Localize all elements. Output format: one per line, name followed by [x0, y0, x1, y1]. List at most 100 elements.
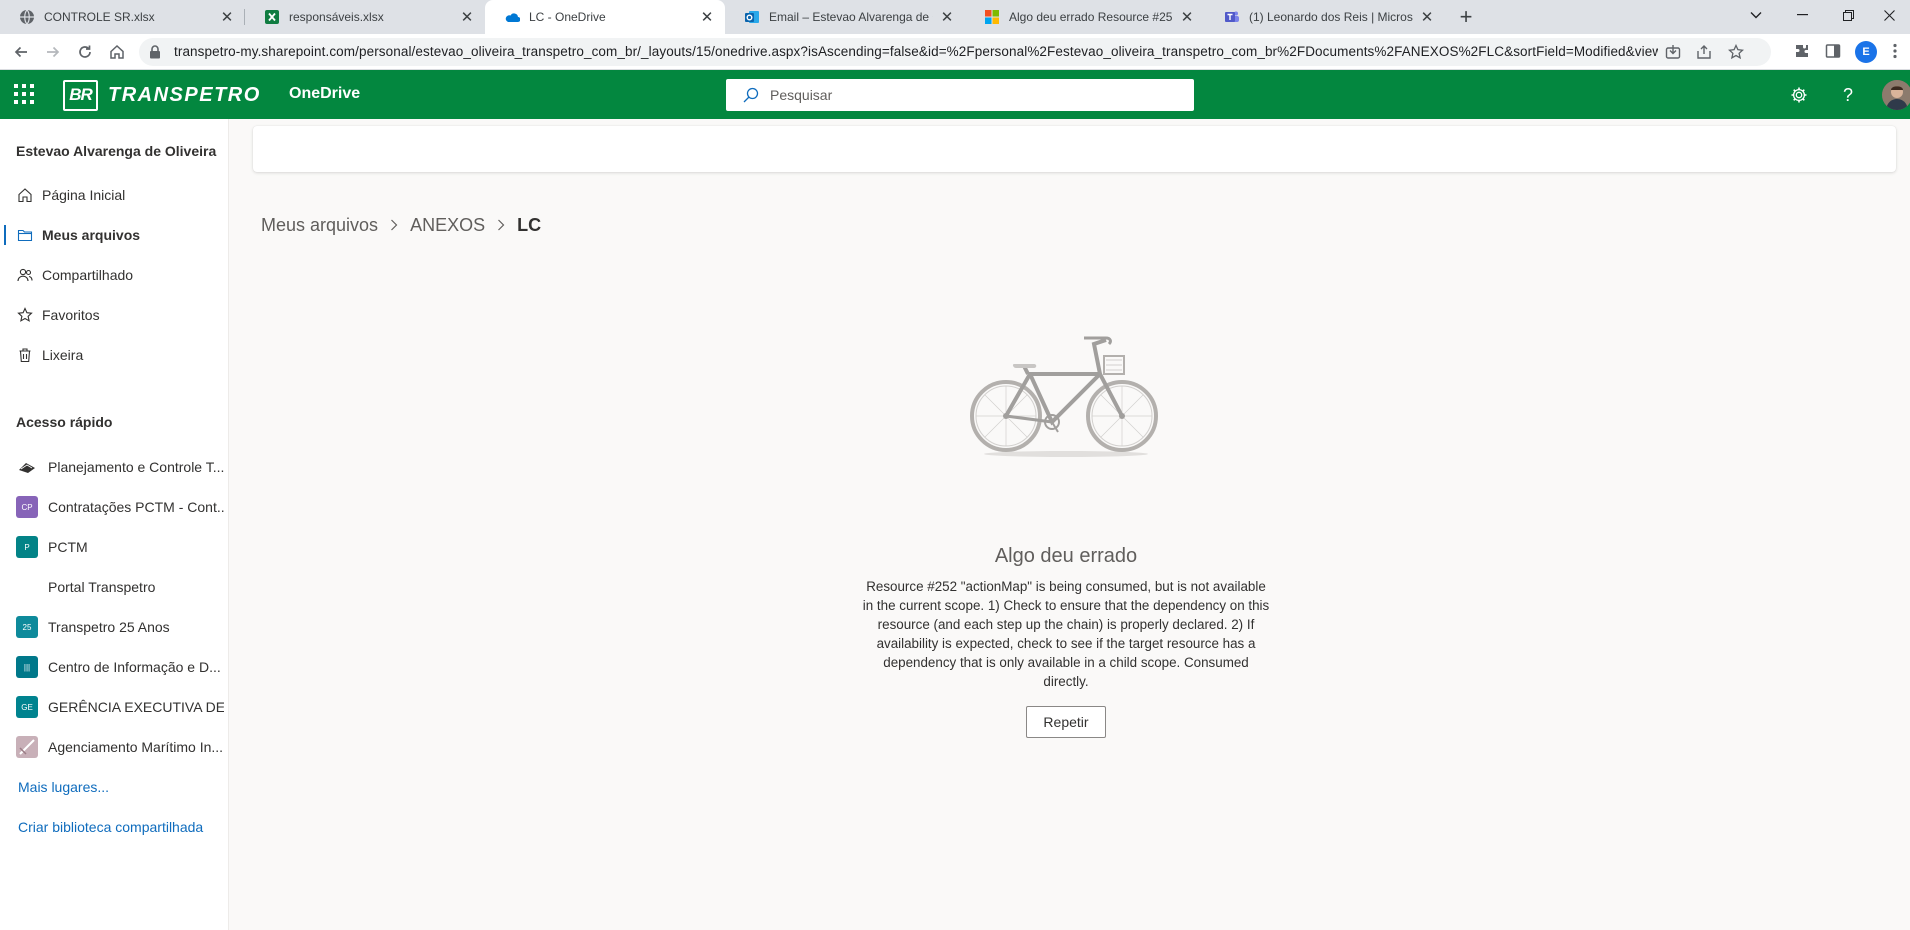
- back-icon[interactable]: [9, 40, 33, 64]
- nav-item-label: Compartilhado: [42, 267, 134, 283]
- restore-icon[interactable]: [1825, 0, 1871, 30]
- nav-item-home[interactable]: Página Inicial: [0, 175, 229, 215]
- quick-access-label: PCTM: [48, 539, 88, 555]
- help-icon[interactable]: ?: [1837, 84, 1859, 106]
- browser-tab[interactable]: (1) Leonardo dos Reis | Microsoft ✕: [1205, 0, 1445, 34]
- left-navigation: Estevao Alvarenga de Oliveira Página Ini…: [0, 119, 229, 930]
- close-tab-icon[interactable]: ✕: [1419, 9, 1435, 26]
- breadcrumb: Meus arquivos ANEXOS LC: [261, 215, 541, 236]
- address-bar[interactable]: transpetro-my.sharepoint.com/personal/es…: [139, 38, 1771, 66]
- tab-title: (1) Leonardo dos Reis | Microsoft: [1249, 10, 1413, 24]
- extensions-icon[interactable]: [1792, 41, 1812, 61]
- quick-access-item[interactable]: ||| Centro de Informação e D...: [0, 647, 229, 687]
- folder-icon: [16, 226, 34, 244]
- quick-access-heading: Acesso rápido: [16, 414, 113, 430]
- tab-title: LC - OneDrive: [529, 10, 606, 24]
- quick-access-label: Portal Transpetro: [48, 579, 156, 595]
- quick-access-item[interactable]: Portal Transpetro: [0, 567, 229, 607]
- retry-button[interactable]: Repetir: [1026, 706, 1106, 738]
- close-tab-icon[interactable]: ✕: [459, 9, 475, 26]
- browser-tab[interactable]: CONTROLE SR.xlsx ✕: [0, 0, 245, 34]
- close-tab-icon[interactable]: ✕: [939, 9, 955, 26]
- side-panel-icon[interactable]: [1823, 41, 1843, 61]
- breadcrumb-item[interactable]: Meus arquivos: [261, 215, 378, 236]
- quick-access-label: Transpetro 25 Anos: [48, 619, 170, 635]
- company-logo[interactable]: BR TRANSPETRO: [63, 79, 261, 111]
- selection-indicator: [4, 225, 6, 245]
- brand-name: TRANSPETRO: [108, 83, 261, 106]
- nav-item-favorites[interactable]: Favoritos: [0, 295, 229, 335]
- share-icon[interactable]: [1695, 43, 1713, 61]
- minimize-icon[interactable]: [1779, 0, 1825, 30]
- star-icon: [16, 306, 34, 324]
- site-badge-icon: 25: [16, 616, 38, 638]
- app-launcher-icon[interactable]: [14, 84, 34, 104]
- tab-search-icon[interactable]: [1733, 0, 1779, 30]
- close-window-icon[interactable]: [1866, 0, 1910, 30]
- create-shared-library-link[interactable]: Criar biblioteca compartilhada: [18, 819, 203, 835]
- nav-item-my-files[interactable]: Meus arquivos: [0, 215, 229, 255]
- quick-access-label: Agenciamento Marítimo In...: [48, 739, 224, 755]
- lock-icon[interactable]: [149, 45, 161, 64]
- outlook-icon: [744, 9, 760, 25]
- trash-icon: [16, 346, 34, 364]
- site-badge-icon: CP: [16, 496, 38, 518]
- site-badge-icon: GE: [16, 696, 38, 718]
- breadcrumb-current: LC: [517, 215, 542, 235]
- bookmark-star-icon[interactable]: [1727, 43, 1745, 61]
- search-box[interactable]: Pesquisar: [726, 79, 1194, 111]
- more-places-link[interactable]: Mais lugares...: [18, 779, 109, 795]
- close-tab-icon[interactable]: ✕: [699, 9, 715, 26]
- onedrive-icon: [504, 9, 520, 25]
- browser-tab-active[interactable]: LC - OneDrive ✕: [485, 0, 725, 34]
- quick-access-item[interactable]: 25 Transpetro 25 Anos: [0, 607, 229, 647]
- browser-tab-strip: CONTROLE SR.xlsx ✕ responsáveis.xlsx ✕ L…: [0, 0, 1910, 34]
- tab-title: CONTROLE SR.xlsx: [44, 10, 155, 24]
- browser-toolbar: transpetro-my.sharepoint.com/personal/es…: [0, 34, 1910, 70]
- command-bar: [253, 126, 1896, 172]
- nav-item-shared[interactable]: Compartilhado: [0, 255, 229, 295]
- user-avatar[interactable]: [1882, 80, 1910, 110]
- settings-gear-icon[interactable]: [1788, 84, 1810, 106]
- tab-title: Algo deu errado Resource #252: [1009, 10, 1173, 24]
- browser-tab[interactable]: Email – Estevao Alvarenga de Oli ✕: [725, 0, 965, 34]
- forward-icon[interactable]: [41, 40, 65, 64]
- globe-icon: [19, 9, 35, 25]
- chevron-right-icon: [497, 218, 505, 234]
- quick-access-item[interactable]: Planejamento e Controle T...: [0, 447, 229, 487]
- browser-tab[interactable]: Algo deu errado Resource #252 ✕: [965, 0, 1205, 34]
- microsoft-icon: [984, 9, 1000, 25]
- error-message: Resource #252 "actionMap" is being consu…: [862, 579, 1270, 689]
- nav-item-label: Meus arquivos: [42, 227, 141, 243]
- site-logo-icon: [16, 576, 38, 598]
- browser-menu-icon[interactable]: [1885, 41, 1905, 61]
- close-tab-icon[interactable]: ✕: [1179, 9, 1195, 26]
- quick-access-label: Contratações PCTM - Cont...: [48, 499, 224, 515]
- new-tab-button[interactable]: +: [1454, 4, 1478, 29]
- tab-title: responsáveis.xlsx: [289, 10, 384, 24]
- reload-icon[interactable]: [73, 40, 97, 64]
- quick-access-item[interactable]: P PCTM: [0, 527, 229, 567]
- site-badge-icon: P: [16, 536, 38, 558]
- home-icon: [16, 186, 34, 204]
- close-tab-icon[interactable]: ✕: [219, 9, 235, 26]
- browser-tab[interactable]: responsáveis.xlsx ✕: [245, 0, 485, 34]
- teams-icon: [1224, 9, 1240, 25]
- quick-access-item[interactable]: Agenciamento Marítimo In...: [0, 727, 229, 767]
- install-app-icon[interactable]: [1664, 43, 1682, 61]
- suite-header: BR TRANSPETRO OneDrive Pesquisar ?: [0, 70, 1910, 119]
- people-icon: [16, 266, 34, 284]
- breadcrumb-item[interactable]: ANEXOS: [410, 215, 485, 236]
- quick-access-item[interactable]: CP Contratações PCTM - Cont...: [0, 487, 229, 527]
- search-placeholder: Pesquisar: [770, 87, 833, 103]
- br-logo-mark: BR: [63, 79, 98, 111]
- app-name-link[interactable]: OneDrive: [289, 85, 360, 103]
- profile-avatar[interactable]: E: [1855, 41, 1877, 63]
- bicycle-illustration: [966, 330, 1166, 460]
- quick-access-label: GERÊNCIA EXECUTIVA DE ...: [48, 699, 224, 715]
- quick-access-label: Centro de Informação e D...: [48, 659, 221, 675]
- home-browser-icon[interactable]: [105, 40, 129, 64]
- search-icon: [743, 87, 759, 108]
- nav-item-recycle-bin[interactable]: Lixeira: [0, 335, 229, 375]
- quick-access-item[interactable]: GE GERÊNCIA EXECUTIVA DE ...: [0, 687, 229, 727]
